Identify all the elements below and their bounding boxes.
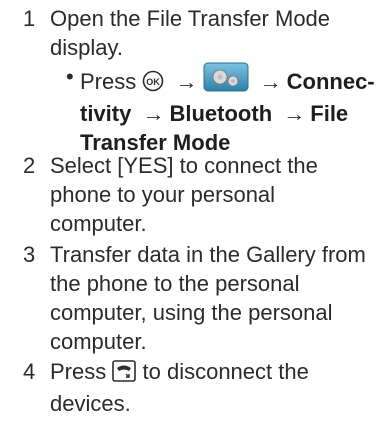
step-number: 1 — [23, 6, 36, 31]
substep: • Press OK → → Connec-tivity → Bluetooth… — [66, 62, 375, 157]
ok-key-icon: OK — [142, 70, 164, 99]
arrow: → — [283, 101, 306, 126]
bullet: • — [66, 64, 74, 89]
press-label: Press — [50, 359, 107, 384]
step-number: 3 — [23, 242, 36, 267]
arrow: → — [259, 69, 282, 94]
settings-gear-icon — [203, 62, 249, 99]
menu-path-bluetooth: Bluetooth — [169, 101, 273, 126]
step-number: 4 — [23, 359, 36, 384]
press-label: Press — [80, 69, 137, 94]
step-text: Open the File Transfer Mode display. — [50, 6, 331, 60]
instruction-page: 1 Open the File Transfer Mode display. •… — [0, 0, 383, 430]
svg-text:OK: OK — [147, 77, 161, 87]
step-text: Press to disconnect the devices. — [50, 357, 375, 418]
step-text: Select [YES] to connect the phone to you… — [50, 153, 318, 236]
arrow: → — [142, 101, 165, 126]
step-text: Transfer data in the Gallery from the ph… — [50, 242, 366, 354]
arrow: → — [175, 69, 198, 94]
step-number: 2 — [23, 153, 36, 178]
end-call-key-icon — [112, 360, 137, 389]
